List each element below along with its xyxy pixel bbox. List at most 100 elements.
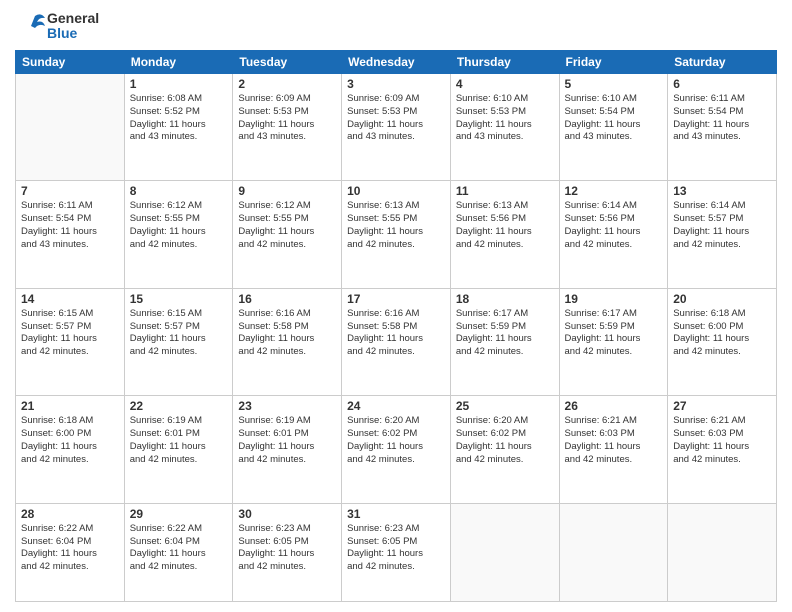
weekday-header-thursday: Thursday	[450, 51, 559, 74]
cell-info: Sunrise: 6:18 AMSunset: 6:00 PMDaylight:…	[673, 308, 771, 359]
calendar-cell: 16 Sunrise: 6:16 AMSunset: 5:58 PMDayligh…	[233, 288, 342, 395]
cell-info: Sunrise: 6:17 AMSunset: 5:59 PMDaylight:…	[456, 308, 554, 359]
calendar-cell: 21Sunrise: 6:18 AMSunset: 6:00 PMDayligh…	[16, 396, 125, 503]
calendar-cell: 30 Sunrise: 6:23 AMSunset: 6:05 PMDayligh…	[233, 503, 342, 601]
calendar-cell: 13Sunrise: 6:14 AMSunset: 5:57 PMDayligh…	[668, 181, 777, 288]
day-number: 8	[130, 184, 228, 198]
calendar-week-5: 28 Sunrise: 6:22 AMSunset: 6:04 PMDayligh…	[16, 503, 777, 601]
logo-general: General	[47, 11, 99, 26]
calendar-week-2: 7 Sunrise: 6:11 AMSunset: 5:54 PMDaylight…	[16, 181, 777, 288]
calendar-cell: 25 Sunrise: 6:20 AMSunset: 6:02 PMDayligh…	[450, 396, 559, 503]
cell-info: Sunrise: 6:16 AMSunset: 5:58 PMDaylight:…	[238, 308, 336, 359]
calendar-cell: 4 Sunrise: 6:10 AMSunset: 5:53 PMDaylight…	[450, 74, 559, 181]
day-number: 4	[456, 77, 554, 91]
cell-info: Sunrise: 6:11 AMSunset: 5:54 PMDaylight:…	[21, 200, 119, 251]
cell-info: Sunrise: 6:14 AMSunset: 5:56 PMDaylight:…	[565, 200, 663, 251]
cell-info: Sunrise: 6:19 AMSunset: 6:01 PMDaylight:…	[238, 415, 336, 466]
day-number: 23	[238, 399, 336, 413]
weekday-header-monday: Monday	[124, 51, 233, 74]
day-number: 5	[565, 77, 663, 91]
day-number: 17	[347, 292, 445, 306]
day-number: 12	[565, 184, 663, 198]
calendar-cell: 8 Sunrise: 6:12 AMSunset: 5:55 PMDaylight…	[124, 181, 233, 288]
calendar-cell: 29Sunrise: 6:22 AMSunset: 6:04 PMDayligh…	[124, 503, 233, 601]
day-number: 3	[347, 77, 445, 91]
calendar-cell: 1Sunrise: 6:08 AMSunset: 5:52 PMDaylight…	[124, 74, 233, 181]
day-number: 19	[565, 292, 663, 306]
cell-info: Sunrise: 6:20 AMSunset: 6:02 PMDaylight:…	[347, 415, 445, 466]
cell-info: Sunrise: 6:10 AMSunset: 5:54 PMDaylight:…	[565, 93, 663, 144]
cell-info: Sunrise: 6:10 AMSunset: 5:53 PMDaylight:…	[456, 93, 554, 144]
calendar-cell: 23 Sunrise: 6:19 AMSunset: 6:01 PMDayligh…	[233, 396, 342, 503]
cell-info: Sunrise: 6:15 AMSunset: 5:57 PMDaylight:…	[130, 308, 228, 359]
day-number: 16	[238, 292, 336, 306]
cell-info: Sunrise: 6:13 AMSunset: 5:56 PMDaylight:…	[456, 200, 554, 251]
calendar-cell: 7 Sunrise: 6:11 AMSunset: 5:54 PMDaylight…	[16, 181, 125, 288]
weekday-header-friday: Friday	[559, 51, 668, 74]
weekday-header-row: SundayMondayTuesdayWednesdayThursdayFrid…	[16, 51, 777, 74]
day-number: 31	[347, 507, 445, 521]
calendar-body: 1Sunrise: 6:08 AMSunset: 5:52 PMDaylight…	[16, 74, 777, 602]
cell-info: Sunrise: 6:17 AMSunset: 5:59 PMDaylight:…	[565, 308, 663, 359]
calendar-cell: 17 Sunrise: 6:16 AMSunset: 5:58 PMDayligh…	[342, 288, 451, 395]
calendar-cell: 11Sunrise: 6:13 AMSunset: 5:56 PMDayligh…	[450, 181, 559, 288]
day-number: 9	[238, 184, 336, 198]
cell-info: Sunrise: 6:21 AMSunset: 6:03 PMDaylight:…	[673, 415, 771, 466]
calendar-week-4: 21Sunrise: 6:18 AMSunset: 6:00 PMDayligh…	[16, 396, 777, 503]
cell-info: Sunrise: 6:15 AMSunset: 5:57 PMDaylight:…	[21, 308, 119, 359]
day-number: 15	[130, 292, 228, 306]
cell-info: Sunrise: 6:18 AMSunset: 6:00 PMDaylight:…	[21, 415, 119, 466]
calendar-table: SundayMondayTuesdayWednesdayThursdayFrid…	[15, 50, 777, 602]
cell-info: Sunrise: 6:12 AMSunset: 5:55 PMDaylight:…	[238, 200, 336, 251]
weekday-header-wednesday: Wednesday	[342, 51, 451, 74]
calendar-cell: 28 Sunrise: 6:22 AMSunset: 6:04 PMDayligh…	[16, 503, 125, 601]
day-number: 28	[21, 507, 119, 521]
logo-bird-icon	[15, 10, 47, 42]
page: General Blue SundayMondayTuesdayWednesda…	[0, 0, 792, 612]
cell-info: Sunrise: 6:14 AMSunset: 5:57 PMDaylight:…	[673, 200, 771, 251]
calendar-cell: 9 Sunrise: 6:12 AMSunset: 5:55 PMDaylight…	[233, 181, 342, 288]
day-number: 20	[673, 292, 771, 306]
day-number: 2	[238, 77, 336, 91]
day-number: 26	[565, 399, 663, 413]
calendar-cell: 26 Sunrise: 6:21 AMSunset: 6:03 PMDayligh…	[559, 396, 668, 503]
calendar-cell: 27 Sunrise: 6:21 AMSunset: 6:03 PMDayligh…	[668, 396, 777, 503]
calendar-cell: 31 Sunrise: 6:23 AMSunset: 6:05 PMDayligh…	[342, 503, 451, 601]
cell-info: Sunrise: 6:23 AMSunset: 6:05 PMDaylight:…	[347, 523, 445, 574]
day-number: 27	[673, 399, 771, 413]
day-number: 1	[130, 77, 228, 91]
weekday-header-sunday: Sunday	[16, 51, 125, 74]
cell-info: Sunrise: 6:11 AMSunset: 5:54 PMDaylight:…	[673, 93, 771, 144]
calendar-week-1: 1Sunrise: 6:08 AMSunset: 5:52 PMDaylight…	[16, 74, 777, 181]
calendar-cell: 2 Sunrise: 6:09 AMSunset: 5:53 PMDaylight…	[233, 74, 342, 181]
day-number: 18	[456, 292, 554, 306]
calendar-cell	[559, 503, 668, 601]
calendar-cell: 6 Sunrise: 6:11 AMSunset: 5:54 PMDaylight…	[668, 74, 777, 181]
calendar-cell: 3Sunrise: 6:09 AMSunset: 5:53 PMDaylight…	[342, 74, 451, 181]
cell-info: Sunrise: 6:21 AMSunset: 6:03 PMDaylight:…	[565, 415, 663, 466]
logo-blue: Blue	[47, 26, 99, 41]
cell-info: Sunrise: 6:12 AMSunset: 5:55 PMDaylight:…	[130, 200, 228, 251]
cell-info: Sunrise: 6:09 AMSunset: 5:53 PMDaylight:…	[238, 93, 336, 144]
cell-info: Sunrise: 6:20 AMSunset: 6:02 PMDaylight:…	[456, 415, 554, 466]
calendar-cell	[668, 503, 777, 601]
day-number: 25	[456, 399, 554, 413]
header: General Blue	[15, 10, 777, 42]
day-number: 6	[673, 77, 771, 91]
calendar-cell	[16, 74, 125, 181]
day-number: 10	[347, 184, 445, 198]
cell-info: Sunrise: 6:23 AMSunset: 6:05 PMDaylight:…	[238, 523, 336, 574]
day-number: 14	[21, 292, 119, 306]
day-number: 30	[238, 507, 336, 521]
calendar-week-3: 14 Sunrise: 6:15 AMSunset: 5:57 PMDayligh…	[16, 288, 777, 395]
day-number: 7	[21, 184, 119, 198]
cell-info: Sunrise: 6:16 AMSunset: 5:58 PMDaylight:…	[347, 308, 445, 359]
calendar-cell: 18 Sunrise: 6:17 AMSunset: 5:59 PMDayligh…	[450, 288, 559, 395]
cell-info: Sunrise: 6:19 AMSunset: 6:01 PMDaylight:…	[130, 415, 228, 466]
logo: General Blue	[15, 10, 99, 42]
cell-info: Sunrise: 6:22 AMSunset: 6:04 PMDaylight:…	[21, 523, 119, 574]
calendar-cell: 10 Sunrise: 6:13 AMSunset: 5:55 PMDayligh…	[342, 181, 451, 288]
calendar-cell: 12 Sunrise: 6:14 AMSunset: 5:56 PMDayligh…	[559, 181, 668, 288]
calendar-cell: 14 Sunrise: 6:15 AMSunset: 5:57 PMDayligh…	[16, 288, 125, 395]
cell-info: Sunrise: 6:13 AMSunset: 5:55 PMDaylight:…	[347, 200, 445, 251]
